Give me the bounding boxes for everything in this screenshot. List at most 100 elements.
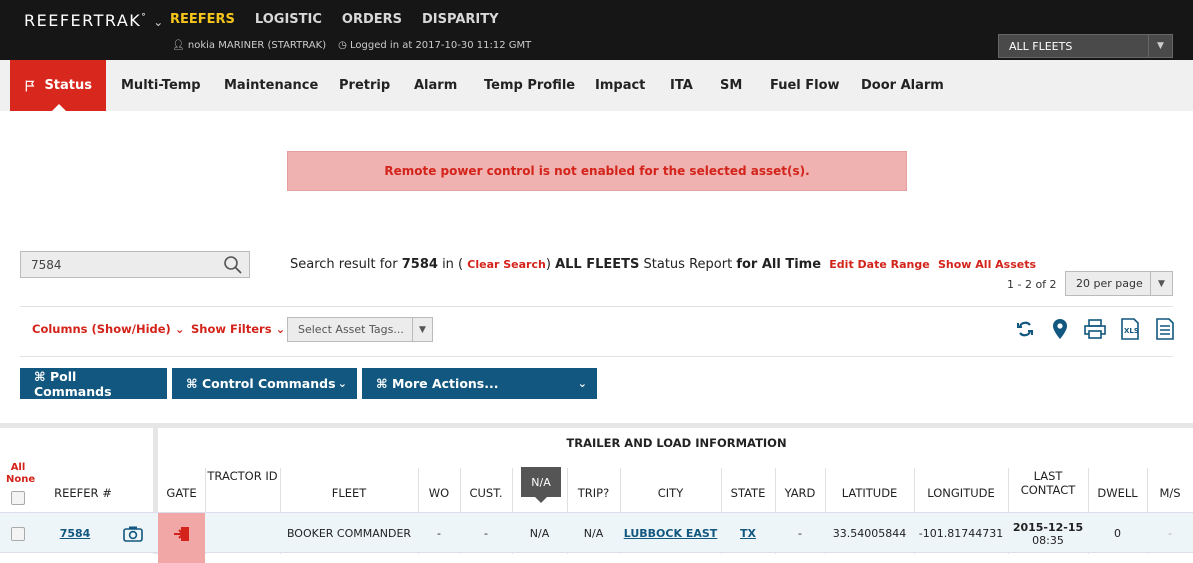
divider [20,356,1173,357]
fleet-selector-value: ALL FLEETS [1009,40,1073,53]
control-commands-label: ⌘ Control Commands [186,376,336,391]
login-time: Logged in at 2017-10-30 11:12 GMT [350,40,532,51]
col-longitude[interactable]: LONGITUDE [914,486,1008,500]
search-icon[interactable] [223,255,243,275]
select-none-link[interactable]: None [6,474,35,486]
col-last-contact[interactable]: LAST CONTACT [1008,469,1088,497]
chevron-down-icon: ⌄ [275,322,286,336]
col-dwell[interactable]: DWELL [1088,486,1147,500]
camera-icon[interactable] [118,513,148,554]
table-row[interactable]: 7584 BOOKER COMMANDER - - N/A N/A LUBBOC… [0,512,1193,554]
col-wo[interactable]: WO [418,486,460,500]
search-input[interactable]: 7584 [20,251,250,278]
last-contact-cell: 2015-12-15 08:35 [1008,513,1088,554]
row-checkbox-cell [0,513,36,554]
tab-alarm[interactable]: Alarm [414,60,457,111]
tab-sm[interactable]: SM [720,60,742,111]
nav-reefers[interactable]: REEFERS [170,12,235,27]
result-fleet: ALL FLEETS [555,257,640,272]
control-commands-button[interactable]: ⌘ Control Commands ⌄ [172,368,357,399]
nav-logistic[interactable]: LOGISTIC [255,12,322,27]
xls-icon[interactable]: XLS [1119,318,1141,340]
search-result-line: Search result for 7584 in ( Clear Search… [290,257,1036,272]
poll-commands-button[interactable]: ⌘ Poll Commands [20,368,167,399]
chevron-down-icon[interactable]: ▼ [1150,272,1172,295]
refresh-icon[interactable] [1014,318,1036,340]
last-contact-date: 2015-12-15 [1012,520,1084,534]
reefer-link[interactable]: 7584 [60,527,91,540]
brand-mark: ° [141,12,148,23]
col-state[interactable]: STATE [721,486,775,500]
na-cell: N/A [529,527,550,540]
col-latitude[interactable]: LATITUDE [825,486,914,500]
show-filters-toggle[interactable]: Show Filters ⌄ [191,322,285,336]
col-reefer[interactable]: REEFER # [40,486,126,500]
wo-cell: - [437,527,441,540]
clear-search-link[interactable]: Clear Search [467,258,546,271]
tractor-cell [205,513,280,554]
city-cell: LUBBOCK EAST [620,513,721,554]
top-nav: REEFERS LOGISTIC ORDERS DISPARITY [170,12,499,27]
tab-status[interactable]: Status [10,60,106,111]
asset-tags-select[interactable]: Select Asset Tags... ▼ [287,317,433,342]
fleet-selector[interactable]: ALL FLEETS ▼ [998,34,1173,58]
reefer-cell: 7584 [40,513,110,554]
tab-ita[interactable]: ITA [670,60,693,111]
per-page-select[interactable]: 20 per page ▼ [1065,271,1173,296]
per-page-value: 20 per page [1076,277,1143,290]
brand-logo: REEFERTRAK [24,11,142,30]
svg-text:XLS: XLS [1124,327,1139,335]
more-actions-button[interactable]: ⌘ More Actions... ⌄ [362,368,597,399]
map-pin-icon[interactable] [1049,318,1071,340]
nav-orders[interactable]: ORDERS [342,12,402,27]
print-icon[interactable] [1084,318,1106,340]
columns-toggle[interactable]: Columns (Show/Hide) ⌄ [32,322,184,336]
tab-door-alarm[interactable]: Door Alarm [861,60,944,111]
tab-bar: Status Multi-Temp Maintenance Pretrip Al… [0,60,1193,111]
result-prefix: Search result for [290,257,398,272]
col-tractor[interactable]: TRACTOR ID [205,469,280,483]
show-all-assets-link[interactable]: Show All Assets [938,258,1036,271]
tab-temp-profile[interactable]: Temp Profile [484,60,575,111]
col-ms[interactable]: M/S [1147,486,1193,500]
col-cust[interactable]: CUST. [460,486,512,500]
yard-cell: - [798,527,802,540]
nav-disparity[interactable]: DISPARITY [422,12,499,27]
edit-date-range-link[interactable]: Edit Date Range [829,258,929,271]
export-icon[interactable] [1154,318,1176,340]
cust-cell: - [484,527,488,540]
trip-cell: N/A [583,527,604,540]
tab-pretrip[interactable]: Pretrip [339,60,390,111]
columns-toggle-label: Columns (Show/Hide) [32,322,171,336]
chevron-down-icon[interactable]: ▼ [1148,35,1172,57]
brand-menu[interactable]: REEFERTRAK° ⌄ [24,11,165,30]
tab-impact[interactable]: Impact [595,60,645,111]
ms-cell: - [1168,527,1172,540]
city-link[interactable]: LUBBOCK EAST [624,527,718,540]
col-gate[interactable]: GATE [158,486,205,500]
col-yard[interactable]: YARD [775,486,825,500]
state-link[interactable]: TX [740,527,756,540]
chevron-down-icon[interactable]: ▼ [412,318,432,341]
user-name: nokia MARINER (STARTRAK) [187,40,327,51]
chevron-down-icon: ⌄ [577,377,587,390]
col-fleet[interactable]: FLEET [280,486,418,500]
chevron-down-icon[interactable]: ⌄ [153,15,165,29]
select-all-link[interactable]: All [6,462,30,474]
col-city[interactable]: CITY [620,486,721,500]
table-header: All None REEFER # TRAILER AND LOAD INFOR… [0,428,1193,512]
tab-fuel-flow[interactable]: Fuel Flow [770,60,840,111]
clock-icon: ◷ [338,40,347,51]
gate-exit-icon[interactable] [173,525,191,543]
col-trip[interactable]: TRIP? [567,486,620,500]
column-tooltip: N/A [521,467,561,503]
tab-maintenance[interactable]: Maintenance [224,60,318,111]
tab-multi-temp[interactable]: Multi-Temp [121,60,201,111]
row-checkbox[interactable] [11,526,25,541]
select-all-checkbox[interactable] [11,491,25,505]
select-all-none[interactable]: All None [6,462,35,486]
gate-cell-next [158,554,205,563]
login-entry: ◷ Logged in at 2017-10-30 11:12 GMT [338,40,531,51]
last-contact-time: 08:35 [1032,533,1064,547]
user-icon: 👤︎ [172,40,185,51]
